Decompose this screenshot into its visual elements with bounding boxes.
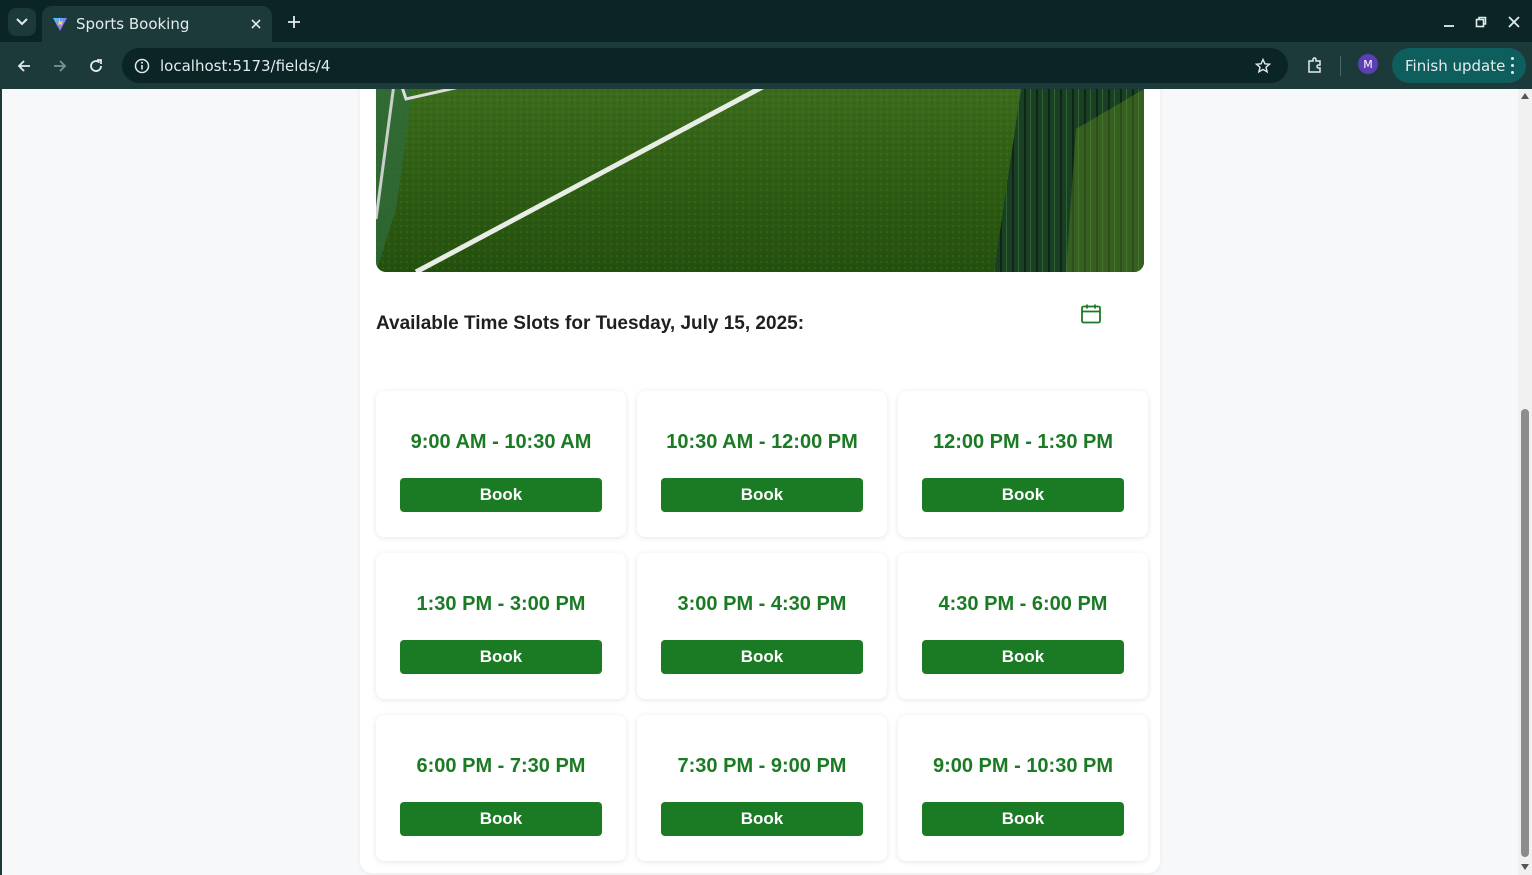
back-icon bbox=[17, 60, 30, 72]
extensions-button[interactable] bbox=[1302, 52, 1328, 78]
reload-icon bbox=[90, 59, 102, 72]
forward-icon bbox=[54, 60, 67, 72]
slot-time: 1:30 PM - 3:00 PM bbox=[416, 593, 586, 615]
scrollbar-thumb[interactable] bbox=[1521, 409, 1529, 857]
window-close-button[interactable] bbox=[1502, 10, 1526, 34]
field-image bbox=[376, 89, 1144, 272]
back-button[interactable] bbox=[10, 52, 38, 80]
slot-time: 12:00 PM - 1:30 PM bbox=[932, 431, 1114, 453]
address-bar[interactable]: localhost:5173/fields/4 bbox=[122, 48, 1288, 83]
book-button[interactable]: Book bbox=[400, 640, 602, 674]
book-button[interactable]: Book bbox=[400, 478, 602, 512]
time-slot-card: 4:30 PM - 6:00 PM Book bbox=[898, 553, 1148, 699]
window-edge bbox=[0, 89, 2, 875]
slot-time: 4:30 PM - 6:00 PM bbox=[938, 593, 1108, 615]
browser-tab-bar: Sports Booking bbox=[0, 0, 1532, 42]
avatar[interactable]: M bbox=[1358, 54, 1378, 74]
slot-time: 9:00 AM - 10:30 AM bbox=[410, 431, 592, 453]
toolbar-divider bbox=[1340, 56, 1341, 76]
tab-list-button[interactable] bbox=[8, 8, 36, 36]
time-slot-grid: 9:00 AM - 10:30 AM Book 10:30 AM - 12:00 P… bbox=[376, 391, 1148, 861]
tab-list-icon bbox=[16, 18, 28, 26]
book-button[interactable]: Book bbox=[922, 802, 1124, 836]
calendar-icon bbox=[1081, 304, 1101, 324]
forward-button[interactable] bbox=[46, 52, 74, 80]
time-slot-card: 6:00 PM - 7:30 PM Book bbox=[376, 715, 626, 861]
calendar-button[interactable] bbox=[1079, 302, 1103, 326]
finish-update-label: Finish update bbox=[1405, 56, 1506, 75]
slot-time: 7:30 PM - 9:00 PM bbox=[677, 755, 847, 777]
book-button[interactable]: Book bbox=[922, 478, 1124, 512]
time-slot-card: 1:30 PM - 3:00 PM Book bbox=[376, 553, 626, 699]
tab-title: Sports Booking bbox=[76, 15, 190, 33]
book-button[interactable]: Book bbox=[661, 640, 863, 674]
site-info-icon[interactable] bbox=[132, 56, 152, 76]
scroll-up-icon[interactable] bbox=[1521, 93, 1529, 99]
time-slot-card: 7:30 PM - 9:00 PM Book bbox=[637, 715, 887, 861]
window-close-icon bbox=[1508, 16, 1520, 28]
slot-time: 10:30 AM - 12:00 PM bbox=[666, 431, 858, 453]
time-slot-card: 10:30 AM - 12:00 PM Book bbox=[637, 391, 887, 537]
book-button[interactable]: Book bbox=[922, 640, 1124, 674]
book-button[interactable]: Book bbox=[400, 802, 602, 836]
page-scrollbar[interactable] bbox=[1518, 89, 1532, 875]
scroll-down-icon[interactable] bbox=[1521, 864, 1529, 870]
new-tab-button[interactable] bbox=[282, 10, 306, 34]
minimize-icon bbox=[1444, 25, 1454, 27]
reload-button[interactable] bbox=[82, 52, 110, 80]
restore-button[interactable] bbox=[1469, 10, 1493, 34]
time-slot-card: 3:00 PM - 4:30 PM Book bbox=[637, 553, 887, 699]
url-text[interactable]: localhost:5173/fields/4 bbox=[160, 57, 1252, 75]
book-button[interactable]: Book bbox=[661, 802, 863, 836]
slot-time: 3:00 PM - 4:30 PM bbox=[677, 593, 847, 615]
slot-time: 9:00 PM - 10:30 PM bbox=[932, 755, 1114, 777]
minimize-button[interactable] bbox=[1437, 10, 1461, 34]
slot-time: 6:00 PM - 7:30 PM bbox=[416, 755, 586, 777]
restore-icon bbox=[1475, 16, 1487, 28]
star-icon[interactable] bbox=[1252, 55, 1274, 77]
more-vert-icon bbox=[1510, 57, 1514, 74]
browser-toolbar: localhost:5173/fields/4 M Finish update bbox=[0, 42, 1532, 89]
browser-tab[interactable]: Sports Booking bbox=[42, 6, 272, 42]
plus-icon bbox=[288, 16, 300, 28]
close-icon[interactable] bbox=[246, 14, 266, 34]
vite-favicon-icon bbox=[53, 17, 67, 31]
slots-heading: Available Time Slots for Tuesday, July 1… bbox=[376, 313, 805, 334]
extensions-icon bbox=[1308, 57, 1321, 73]
time-slot-card: 9:00 PM - 10:30 PM Book bbox=[898, 715, 1148, 861]
time-slot-card: 12:00 PM - 1:30 PM Book bbox=[898, 391, 1148, 537]
field-detail-card: Available Time Slots for Tuesday, July 1… bbox=[360, 89, 1160, 873]
finish-update-button[interactable]: Finish update bbox=[1392, 48, 1526, 83]
time-slot-card: 9:00 AM - 10:30 AM Book bbox=[376, 391, 626, 537]
book-button[interactable]: Book bbox=[661, 478, 863, 512]
page-viewport: Available Time Slots for Tuesday, July 1… bbox=[0, 89, 1518, 875]
